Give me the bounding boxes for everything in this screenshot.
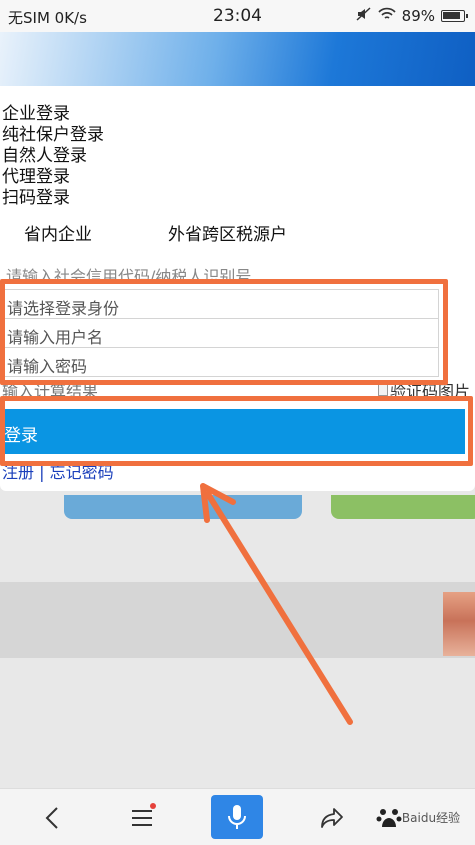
menu-icon[interactable] (120, 789, 164, 845)
bottom-toolbar: Baidu经验 (0, 788, 475, 845)
watermark-text: Baidu经验 (401, 811, 461, 825)
share-icon[interactable] (310, 789, 354, 845)
microphone-icon[interactable] (211, 795, 263, 839)
baidu-paw-icon[interactable]: Baidu经验 (368, 789, 468, 845)
pointer-arrow (200, 483, 353, 725)
back-icon[interactable] (30, 789, 74, 845)
notification-dot (150, 803, 156, 809)
